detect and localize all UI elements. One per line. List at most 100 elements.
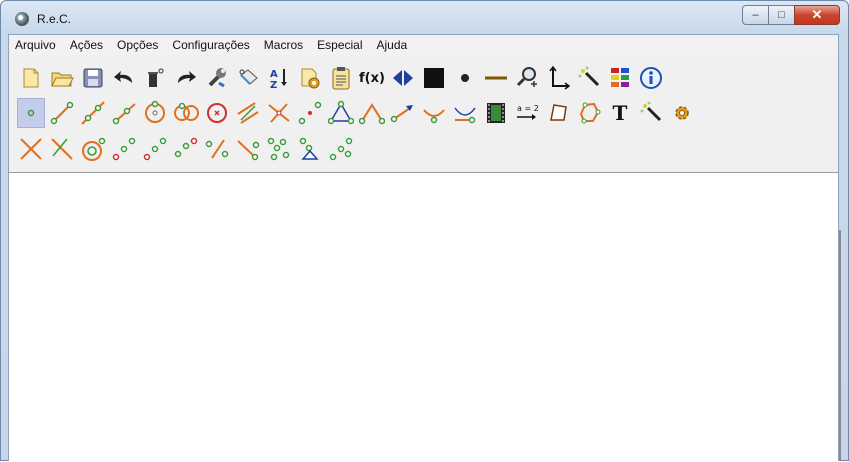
gear-tool[interactable] [668,98,696,128]
transform-tool[interactable] [327,134,355,164]
close-button[interactable]: ✕ [794,5,840,25]
svg-text:Z: Z [270,80,277,91]
equation-tool[interactable]: a = 2 [513,98,541,128]
app-logo-icon [15,12,29,26]
magic-button[interactable] [575,63,603,93]
save-icon [83,68,103,88]
line-tool[interactable] [79,98,107,128]
parallel-tool[interactable] [234,98,262,128]
open-folder-icon [51,72,74,87]
fill-color-button[interactable] [420,63,448,93]
title-bar[interactable]: R.e.C. – □ ✕ [1,1,848,35]
cross-lines-icon [20,138,42,160]
toolbar-row-2: a = 2 T [17,96,699,130]
triangle-tool[interactable] [327,98,355,128]
minimize-button[interactable]: – [742,5,768,25]
trace-tool[interactable] [265,134,293,164]
menu-arquivo[interactable]: Arquivo [9,35,63,55]
erase-button[interactable] [234,63,262,93]
reflect-point-tool[interactable] [110,134,138,164]
circle-center-tool[interactable] [141,98,169,128]
ray-tool-icon [112,103,136,125]
menu-configuracoes[interactable]: Configurações [165,35,256,55]
intersection-tool[interactable] [265,98,293,128]
polygon-points-icon [579,102,601,124]
line-style-button[interactable] [482,63,510,93]
polygon-points-tool[interactable] [575,98,603,128]
polygon-tool[interactable] [544,98,572,128]
colors-button[interactable] [606,63,634,93]
open-button[interactable] [48,63,76,93]
rotate-triangle-tool[interactable] [296,134,324,164]
settings-button[interactable] [203,63,231,93]
eraser-icon [239,69,258,85]
ray-tool[interactable] [110,98,138,128]
text-tool-label: T [612,101,628,125]
menu-acoes[interactable]: Ações [63,35,110,55]
cross-lines-tool[interactable] [17,134,45,164]
reflect-point-icon [112,137,136,161]
window-title: R.e.C. [37,12,72,26]
gear-icon [675,106,689,120]
sort-button[interactable]: AZ [265,63,293,93]
menu-opcoes[interactable]: Opções [110,35,165,55]
menu-macros[interactable]: Macros [257,35,310,55]
axes-button[interactable] [544,63,572,93]
film-icon [487,103,505,123]
sort-az-icon: AZ [270,69,287,91]
color-palette-icon [611,68,629,87]
text-tool[interactable]: T [606,98,634,128]
undo-icon [114,71,132,83]
circle-radius-tool[interactable] [79,134,107,164]
trace-icon [267,137,290,161]
locus-icon [237,140,260,161]
two-circles-tool[interactable] [172,98,200,128]
tool-palette: AZ f(x) a = 2 T [9,55,838,173]
curve-tool[interactable] [451,98,479,128]
arc-icon [423,109,445,124]
locus-tool[interactable] [234,134,262,164]
magic-tool[interactable] [637,98,665,128]
delete-object-button[interactable] [141,63,169,93]
rotate-point-tool[interactable] [141,134,169,164]
clipboard-icon [332,67,350,90]
vector-tool[interactable] [389,98,417,128]
equation-icon: a = 2 [517,104,539,120]
circle-point-tool[interactable] [203,98,231,128]
point-tool[interactable] [17,98,45,128]
dilate-tool[interactable] [172,134,200,164]
magic-wand-icon [640,101,662,122]
midpoint-icon [298,101,322,125]
segment-tool[interactable] [48,98,76,128]
circle-radius-icon [82,137,106,161]
undo-button[interactable] [110,63,138,93]
triangle-icon [328,100,354,125]
function-label: f(x) [359,70,385,86]
drawing-canvas[interactable] [9,173,838,462]
arc-tool[interactable] [420,98,448,128]
translate-tool[interactable] [203,134,231,164]
new-file-button[interactable] [17,63,45,93]
document-settings-icon [301,68,320,89]
info-button[interactable] [637,63,665,93]
perpendicular-tool[interactable] [48,134,76,164]
function-button[interactable]: f(x) [358,63,386,93]
parallel-icon [237,102,259,124]
maximize-button[interactable]: □ [768,5,794,25]
midpoint-tool[interactable] [296,98,324,128]
clipboard-button[interactable] [327,63,355,93]
document-settings-button[interactable] [296,63,324,93]
point-style-button[interactable] [451,63,479,93]
animation-tool[interactable] [482,98,510,128]
rotate-point-icon [143,137,167,161]
menu-especial[interactable]: Especial [310,35,369,55]
menu-ajuda[interactable]: Ajuda [370,35,415,55]
toolbar-row-3 [17,132,358,166]
angle-icon [359,103,385,125]
angle-tool[interactable] [358,98,386,128]
reflect-button[interactable] [389,63,417,93]
zoom-button[interactable] [513,63,541,93]
save-button[interactable] [79,63,107,93]
app-client-area: Arquivo Ações Opções Configurações Macro… [8,34,839,462]
redo-button[interactable] [172,63,200,93]
